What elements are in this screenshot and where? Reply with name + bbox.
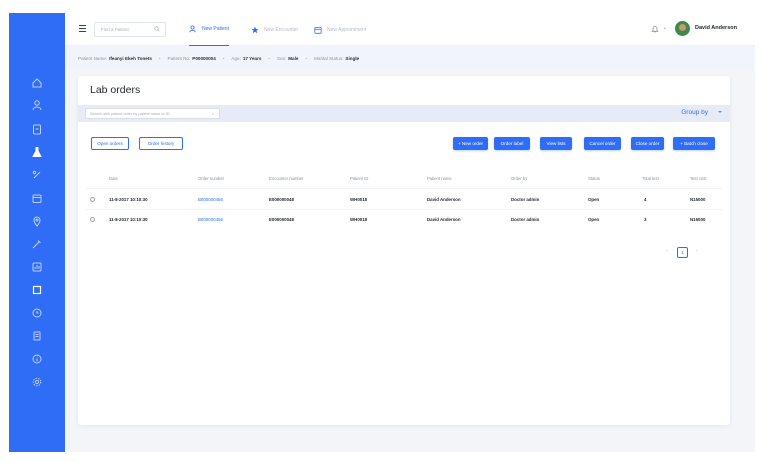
row-radio[interactable]: [90, 197, 95, 202]
patient-no-value: P00000004: [192, 55, 216, 61]
syringe-icon[interactable]: [29, 236, 45, 252]
cell-status: Open: [588, 197, 600, 202]
patient-name-label: Patient Name:: [78, 55, 108, 61]
filter-bar: Search with patient order by patient nam…: [78, 105, 730, 122]
patient-info-bar: Patient Name: Ifeanyi Ekeh Tonets • Pati…: [65, 46, 755, 70]
cell-order-number[interactable]: B000000456: [198, 217, 223, 222]
new-order-button[interactable]: + New order: [453, 137, 488, 150]
cell-test-cost: N15000: [690, 217, 706, 222]
row-radio[interactable]: [90, 217, 95, 222]
close-order-button[interactable]: Close order: [631, 137, 664, 150]
status-dot: •: [664, 26, 666, 32]
cell-total-test: 4: [644, 197, 647, 202]
menu-icon[interactable]: [79, 25, 86, 33]
calendar-icon: [314, 26, 322, 34]
cell-status: Open: [588, 217, 600, 222]
separator: •: [158, 55, 161, 61]
settings-icon[interactable]: [29, 374, 45, 390]
flask-icon[interactable]: [29, 144, 45, 160]
patient-name-value: Ifeanyi Ekeh Tonets: [109, 55, 152, 61]
divider: [85, 188, 723, 189]
open-orders-button[interactable]: Open orders: [91, 137, 129, 150]
top-bar: Find a Patient New Patient New Encounter…: [65, 13, 755, 46]
cell-encounter-number: E000000048: [269, 217, 294, 222]
clear-icon[interactable]: ×: [212, 111, 214, 116]
next-page-button[interactable]: ›: [696, 248, 698, 254]
lab-orders-card: Lab orders Search with patient order by …: [78, 76, 730, 425]
tab-new-patient[interactable]: New Patient: [189, 13, 229, 46]
page-number-button[interactable]: 1: [677, 247, 688, 258]
column-header-encounter-number[interactable]: Encounter number: [269, 176, 303, 181]
search-placeholder: Find a Patient: [101, 27, 129, 32]
sidebar: [9, 13, 65, 452]
tab-label: New Patient: [202, 26, 229, 32]
separator: •: [305, 55, 308, 61]
sex-value: Male: [288, 55, 299, 61]
user-plus-icon: [189, 25, 196, 33]
tab-new-encounter[interactable]: New Encounter: [251, 13, 298, 46]
age-label: Age:: [231, 55, 241, 61]
column-header-status[interactable]: Status: [588, 176, 600, 181]
clipboard-icon[interactable]: [29, 121, 45, 137]
marital-label: Marital Status:: [314, 55, 344, 61]
chart-icon[interactable]: [29, 259, 45, 275]
cell-total-test: 3: [644, 217, 647, 222]
cell-patient-name: David Anderson: [427, 217, 461, 222]
user-name[interactable]: David Anderson: [695, 25, 737, 31]
tab-new-appointment[interactable]: New Appointment: [314, 13, 366, 46]
cell-patient-id: WH0018: [350, 217, 368, 222]
tab-label: New Encounter: [264, 26, 299, 33]
document-icon[interactable]: [29, 328, 45, 344]
search-placeholder: Search with patient order by patient nam…: [90, 112, 170, 116]
page-title: Lab orders: [90, 84, 141, 96]
cell-encounter-number: E000000048: [269, 197, 294, 202]
clock-icon[interactable]: [29, 305, 45, 321]
cell-order-by: Doctor admin: [511, 197, 540, 202]
tab-label: New Appointment: [327, 26, 367, 33]
view-lists-button[interactable]: View lists: [540, 137, 572, 150]
patient-no-label: Patient No:: [167, 55, 191, 61]
order-label-button[interactable]: Order label: [494, 137, 530, 150]
marital-value: Single: [345, 55, 360, 61]
cancel-order-button[interactable]: Cancel order: [584, 137, 621, 150]
column-header-test-cost[interactable]: Test cost: [690, 176, 707, 181]
info-icon[interactable]: [29, 351, 45, 367]
batch-close-button[interactable]: + Batch close: [673, 137, 715, 150]
separator: •: [222, 55, 225, 61]
cell-order-number[interactable]: B000000456: [198, 197, 223, 202]
location-icon[interactable]: [29, 213, 45, 229]
app-window: Find a Patient New Patient New Encounter…: [0, 0, 764, 462]
cell-patient-id: WH0018: [350, 197, 368, 202]
bell-icon[interactable]: [651, 25, 659, 33]
star-icon: [251, 26, 259, 33]
chevron-down-icon[interactable]: [718, 111, 722, 113]
group-by-dropdown[interactable]: Group by: [681, 109, 708, 116]
cell-test-cost: N15000: [690, 197, 706, 202]
avatar[interactable]: [675, 21, 690, 36]
separator: •: [268, 55, 271, 61]
column-header-patient-id[interactable]: Patient ID: [350, 176, 368, 181]
user-icon[interactable]: [29, 97, 45, 113]
order-search-input[interactable]: Search with patient order by patient nam…: [85, 108, 220, 119]
column-header-patient-name[interactable]: Patient name: [427, 176, 452, 181]
sex-label: Sex:: [277, 55, 287, 61]
patient-search-input[interactable]: Find a Patient: [94, 22, 166, 37]
box-icon[interactable]: [29, 282, 45, 298]
column-header-date[interactable]: Date: [109, 176, 118, 181]
column-header-order-number[interactable]: Order number: [198, 176, 224, 181]
divider: [85, 209, 723, 210]
cell-date: 11-8-2017 10:10:30: [109, 197, 148, 202]
calendar-icon[interactable]: [29, 190, 45, 206]
home-icon[interactable]: [29, 75, 45, 91]
age-value: 17 Years: [242, 55, 262, 61]
prev-page-button[interactable]: ‹: [666, 248, 668, 254]
pill-icon[interactable]: [29, 167, 45, 183]
cell-date: 11-8-2017 10:10:30: [109, 217, 148, 222]
column-header-total-test[interactable]: Total test: [642, 176, 659, 181]
column-header-order-by[interactable]: Order by: [511, 176, 527, 181]
cell-order-by: Doctor admin: [511, 217, 540, 222]
cell-patient-name: David Anderson: [427, 197, 461, 202]
search-icon: [154, 26, 160, 32]
order-history-button[interactable]: Order history: [139, 137, 183, 150]
